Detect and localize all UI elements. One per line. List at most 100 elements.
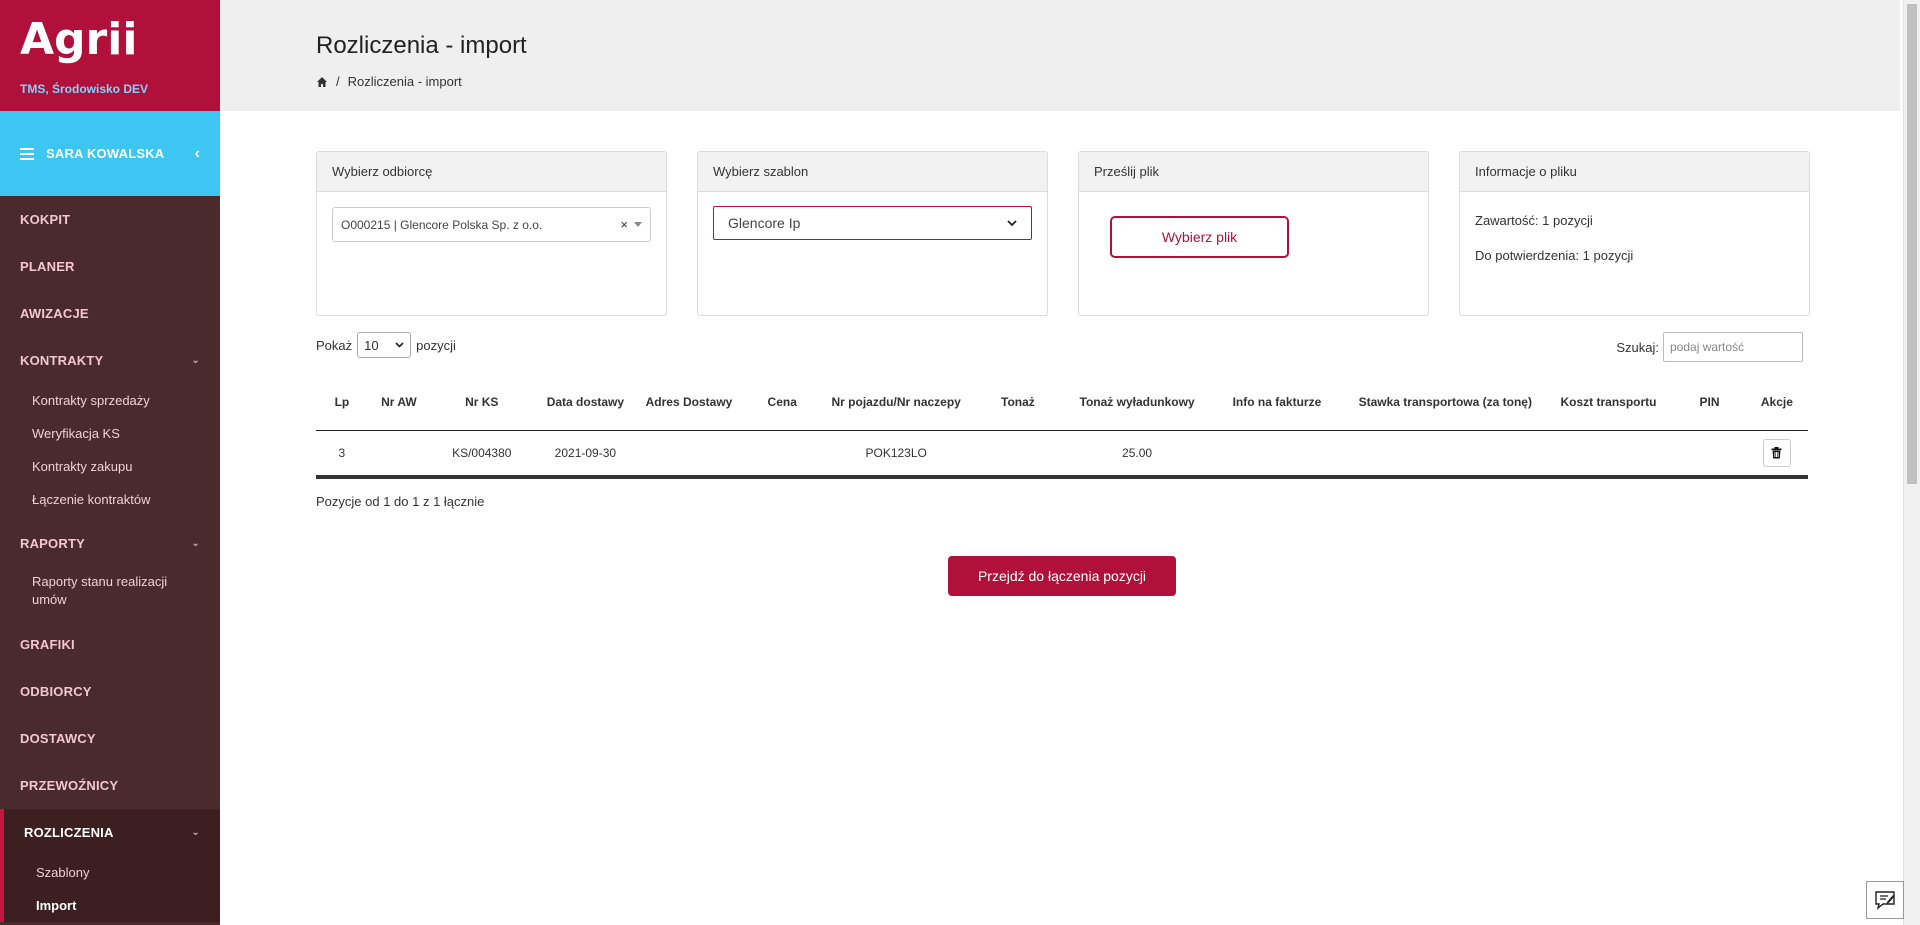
cell-tonaz: [968, 430, 1068, 479]
card-title: Prześlij plik: [1079, 152, 1428, 192]
sidebar-subitem-kontrakty-sprzedazy[interactable]: Kontrakty sprzedaży: [0, 384, 220, 417]
sidebar: Agrii TMS, Środowisko DEV SARA KOWALSKA …: [0, 0, 220, 925]
sidebar-item-przewoznicy[interactable]: PRZEWOŹNICY: [0, 762, 220, 809]
template-card: Wybierz szablon Glencore Ip: [697, 151, 1048, 316]
column-header-nr-pojazdu[interactable]: Nr pojazdu/Nr naczepy: [823, 375, 969, 431]
cell-adres-dostawy: [637, 430, 741, 479]
column-header-nr-aw[interactable]: Nr AW: [367, 375, 430, 431]
column-header-tonaz[interactable]: Tonaż: [968, 375, 1068, 431]
sidebar-item-awizacje[interactable]: AWIZACJE: [0, 290, 220, 337]
import-table: Lp Nr AW Nr KS Data dostawy Adres Dostaw…: [316, 375, 1808, 479]
column-header-cena[interactable]: Cena: [740, 375, 824, 431]
cell-info-na-fakturze: [1207, 430, 1347, 479]
chevron-down-icon: [1007, 219, 1017, 226]
column-header-adres-dostawy[interactable]: Adres Dostawy: [637, 375, 741, 431]
sidebar-subitem-raporty-stanu[interactable]: Raporty stanu realizacji umów: [0, 567, 220, 615]
sidebar-item-label: AWIZACJE: [20, 306, 89, 321]
sidebar-item-label: PRZEWOŹNICY: [20, 778, 119, 793]
chevron-down-icon: [395, 342, 404, 348]
file-content-count: Zawartość: 1 pozycji: [1475, 213, 1593, 228]
recipient-card: Wybierz odbiorcę O000215 | Glencore Pols…: [316, 151, 667, 316]
breadcrumb-separator: /: [336, 74, 340, 89]
feedback-icon: [1875, 891, 1895, 910]
template-select-value: Glencore Ip: [728, 215, 801, 231]
sidebar-item-label: GRAFIKI: [20, 637, 75, 652]
template-select[interactable]: Glencore Ip: [713, 206, 1032, 240]
sidebar-item-raporty[interactable]: RAPORTY ⌄: [0, 520, 220, 567]
feedback-button[interactable]: [1866, 881, 1904, 919]
menu-icon[interactable]: [20, 147, 34, 160]
sidebar-item-label: KONTRAKTY: [20, 353, 104, 368]
sidebar-group-rozliczenia: ROZLICZENIA ⌄ Szablony Import: [0, 809, 220, 922]
delete-row-button[interactable]: [1762, 438, 1791, 467]
sidebar-item-planer[interactable]: PLANER: [0, 243, 220, 290]
vertical-scrollbar[interactable]: [1903, 0, 1920, 925]
page-title: Rozliczenia - import: [316, 32, 527, 59]
card-title: Informacje o pliku: [1460, 152, 1809, 192]
sidebar-subitem-laczenie-kontraktow[interactable]: Łączenie kontraktów: [0, 483, 220, 516]
sidebar-subitem-weryfikacja-ks[interactable]: Weryfikacja KS: [0, 417, 220, 450]
chevron-down-icon: ⌄: [191, 538, 200, 549]
cell-data-dostawy: 2021-09-30: [533, 430, 638, 479]
sidebar-item-label: DOSTAWCY: [20, 731, 96, 746]
sidebar-item-kontrakty[interactable]: KONTRAKTY ⌄: [0, 337, 220, 384]
show-label: Pokaż: [316, 337, 353, 353]
logo[interactable]: Agrii: [20, 18, 200, 62]
column-header-lp[interactable]: Lp: [316, 375, 368, 431]
column-header-info-na-fakturze[interactable]: Info na fakturze: [1207, 375, 1347, 431]
proceed-to-merge-button[interactable]: Przejdź do łączenia pozycji: [948, 556, 1176, 596]
cell-nr-ks: KS/004380: [429, 430, 534, 479]
file-info-card: Informacje o pliku Zawartość: 1 pozycji …: [1459, 151, 1810, 316]
cell-tonaz-wyladunkowy: 25.00: [1067, 430, 1207, 479]
cell-cena: [740, 430, 824, 479]
clear-icon[interactable]: ×: [620, 217, 628, 232]
table-header-row: Lp Nr AW Nr KS Data dostawy Adres Dostaw…: [316, 375, 1808, 431]
page-header: Rozliczenia - import / Rozliczenia - imp…: [220, 0, 1900, 111]
sidebar-item-label: KOKPIT: [20, 212, 71, 227]
file-pending-count: Do potwierdzenia: 1 pozycji: [1475, 248, 1634, 263]
sidebar-item-grafiki[interactable]: GRAFIKI: [0, 621, 220, 668]
sidebar-subitem-szablony[interactable]: Szablony: [4, 856, 220, 889]
column-header-tonaz-wyladunkowy[interactable]: Tonaż wyładunkowy: [1067, 375, 1207, 431]
sidebar-item-label: ODBIORCY: [20, 684, 92, 699]
search-input[interactable]: podaj wartość: [1663, 332, 1803, 362]
environment-label: TMS, Środowisko DEV: [20, 82, 149, 96]
sidebar-item-dostawcy[interactable]: DOSTAWCY: [0, 715, 220, 762]
chevron-down-icon: ⌄: [191, 827, 200, 838]
brand-area: Agrii TMS, Środowisko DEV: [0, 0, 220, 111]
upload-card: Prześlij plik Wybierz plik: [1078, 151, 1429, 316]
sidebar-subitem-import[interactable]: Import: [4, 889, 220, 922]
column-header-stawka-transportowa[interactable]: Stawka transportowa (za tonę): [1346, 375, 1544, 431]
chevron-left-icon[interactable]: ‹: [195, 145, 200, 163]
breadcrumb: / Rozliczenia - import: [316, 74, 1900, 89]
cell-pin: [1673, 430, 1746, 479]
sidebar-subitem-kontrakty-zakupu[interactable]: Kontrakty zakupu: [0, 450, 220, 483]
card-title: Wybierz odbiorcę: [317, 152, 666, 192]
trash-icon: [1771, 446, 1782, 459]
import-cards: Wybierz odbiorcę O000215 | Glencore Pols…: [316, 151, 1810, 316]
cell-nr-pojazdu: POK123LO: [823, 430, 969, 479]
caret-down-icon: [634, 222, 642, 227]
cell-stawka-transportowa: [1346, 430, 1544, 479]
page-length-select[interactable]: 10: [357, 332, 412, 358]
sidebar-item-kokpit[interactable]: KOKPIT: [0, 196, 220, 243]
sidebar-item-rozliczenia[interactable]: ROZLICZENIA ⌄: [4, 809, 220, 856]
choose-file-button[interactable]: Wybierz plik: [1110, 216, 1289, 258]
column-header-nr-ks[interactable]: Nr KS: [429, 375, 534, 431]
cell-koszt-transportu: [1543, 430, 1674, 479]
column-header-pin[interactable]: PIN: [1673, 375, 1746, 431]
column-header-data-dostawy[interactable]: Data dostawy: [533, 375, 638, 431]
chevron-down-icon: ⌄: [191, 355, 200, 366]
home-icon[interactable]: [316, 76, 328, 88]
card-title: Wybierz szablon: [698, 152, 1047, 192]
user-bar[interactable]: SARA KOWALSKA ‹: [0, 111, 220, 196]
recipient-select[interactable]: O000215 | Glencore Polska Sp. z o.o. ×: [332, 207, 651, 242]
table-row: 3 KS/004380 2021-09-30 POK123LO 25.00: [316, 430, 1808, 479]
user-name: SARA KOWALSKA: [46, 146, 165, 161]
column-header-akcje: Akcje: [1745, 375, 1808, 431]
cell-nr-aw: [367, 430, 430, 479]
column-header-koszt-transportu[interactable]: Koszt transportu: [1543, 375, 1674, 431]
cell-lp: 3: [316, 430, 368, 479]
sidebar-item-odbiorcy[interactable]: ODBIORCY: [0, 668, 220, 715]
scrollbar-thumb[interactable]: [1907, 4, 1917, 484]
